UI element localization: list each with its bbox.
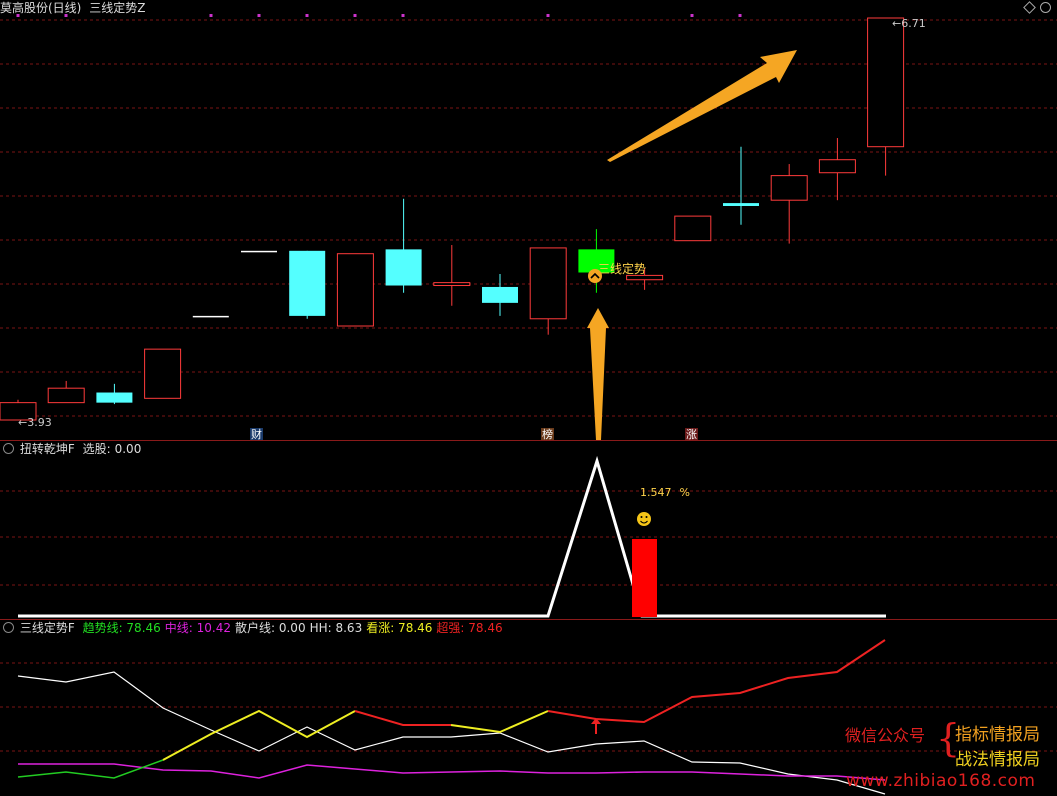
candle-body — [433, 282, 471, 287]
smiley-icon — [637, 512, 651, 526]
grid-lines — [0, 490, 1057, 586]
field-value: 0.00 — [114, 442, 142, 456]
candle[interactable] — [674, 215, 712, 242]
candle[interactable] — [433, 245, 471, 306]
signal-label: 三线定势 — [598, 261, 646, 276]
signal-dot — [257, 14, 261, 17]
panel-collapse-icon[interactable] — [3, 443, 14, 454]
panel-collapse-icon[interactable] — [3, 622, 14, 633]
candle[interactable] — [578, 229, 615, 293]
candle-body — [674, 215, 712, 242]
candle[interactable] — [336, 253, 374, 327]
indicator-bar-red — [632, 539, 657, 617]
candle[interactable] — [289, 250, 326, 319]
candle[interactable] — [385, 198, 422, 293]
field-0: 趋势线: 78.46 — [82, 621, 161, 635]
percent-value: 1.547% — [640, 486, 690, 499]
bottom-panel-fields: 趋势线: 78.46 中线: 10.42 散户线: 0.00 HH: 8.63 看涨: … — [83, 621, 507, 635]
field-label: 选股: — [82, 442, 111, 456]
bottom-panel-title: 三线定势F — [19, 621, 75, 635]
candlestick-chart[interactable]: ←6.71 ←3.93 三线定势 财 榜 涨 — [0, 0, 1057, 440]
main-price-panel[interactable]: 莫高股份(日线) 三线定势Z ←6.71 ←3.93 三线定势 财 榜 涨 — [0, 0, 1057, 440]
candle-body — [336, 253, 374, 327]
signal-dot — [546, 14, 550, 17]
middle-panel-title: 扭转乾坤F — [19, 442, 75, 456]
candle[interactable] — [482, 273, 518, 316]
retail-line-white — [17, 671, 886, 795]
candle-body — [144, 348, 182, 399]
field-2: 散户线: 0.00 — [235, 621, 306, 635]
candle-body — [192, 315, 229, 318]
watermark-url: www.zhibiao168.com — [846, 771, 1036, 791]
marker-cai: 财 — [251, 427, 262, 440]
field-4: 看涨: 78.46 — [366, 621, 433, 635]
field-1: 中线: 10.42 — [164, 621, 231, 635]
candle-body — [289, 250, 326, 316]
signal-dot — [209, 14, 213, 17]
trend-line-green — [17, 759, 164, 779]
super-strong-line-red-2 — [547, 639, 886, 724]
signal-dot — [305, 14, 309, 17]
candle[interactable] — [192, 315, 229, 318]
candle-body — [96, 392, 133, 403]
bottom-indicator-chart[interactable] — [0, 620, 1057, 796]
annotation-arrow-diagonal — [607, 50, 797, 162]
signal-dot — [16, 14, 20, 17]
candle-body — [47, 387, 85, 404]
annotation-arrow-up — [587, 308, 609, 440]
price-high-label: ←6.71 — [892, 17, 926, 30]
candle-body — [385, 249, 422, 286]
candle-body — [529, 247, 567, 320]
wechat-label: 微信公众号 — [845, 726, 926, 745]
up-arrow-icon — [591, 718, 601, 734]
signal-dot — [690, 14, 694, 17]
candle[interactable] — [47, 380, 85, 404]
watch-rise-line-yellow-2 — [450, 710, 549, 734]
watermark-name-1: 指标情报局 — [955, 725, 1040, 745]
candle-body — [723, 203, 759, 206]
candle-body — [867, 17, 905, 148]
candle-body — [818, 159, 856, 174]
candle[interactable] — [723, 146, 759, 225]
watch-rise-line-yellow — [162, 709, 356, 761]
marker-zhang: 涨 — [686, 428, 697, 440]
field-3: HH: 8.63 — [309, 621, 363, 635]
bottom-panel-header: 三线定势F 趋势线: 78.46 中线: 10.42 散户线: 0.00 HH: 8.… — [0, 620, 511, 636]
marker-bang: 榜 — [542, 427, 553, 440]
candle-body — [626, 274, 664, 281]
candle[interactable] — [96, 383, 133, 405]
candle[interactable] — [529, 247, 567, 335]
signal-dot — [738, 14, 742, 17]
candle-body — [241, 250, 277, 253]
middle-indicator-chart[interactable]: 1.547% — [0, 441, 1057, 619]
candle-body — [482, 286, 518, 303]
signal-up-icon — [588, 269, 602, 283]
candle[interactable] — [144, 348, 182, 399]
price-low-label: ←3.93 — [18, 416, 52, 429]
candle[interactable] — [770, 164, 808, 244]
middle-indicator-panel[interactable]: 1.547% 扭转乾坤F 选股: 0.00 — [0, 441, 1057, 619]
candle-body — [770, 175, 808, 201]
signal-dot — [401, 14, 405, 17]
bottom-indicator-panel[interactable]: 三线定势F 趋势线: 78.46 中线: 10.42 散户线: 0.00 HH: 8.… — [0, 620, 1057, 796]
indicator-line-white — [18, 455, 886, 618]
field-5: 超强: 78.46 — [436, 621, 503, 635]
candle[interactable] — [241, 250, 277, 253]
signal-dot — [353, 14, 357, 17]
watermark-name-2: 战法情报局 — [955, 750, 1040, 770]
signal-dot — [64, 14, 68, 17]
middle-panel-header: 扭转乾坤F 选股: 0.00 — [0, 441, 145, 457]
candle[interactable] — [818, 138, 856, 201]
super-strong-line-red-1 — [354, 710, 451, 726]
